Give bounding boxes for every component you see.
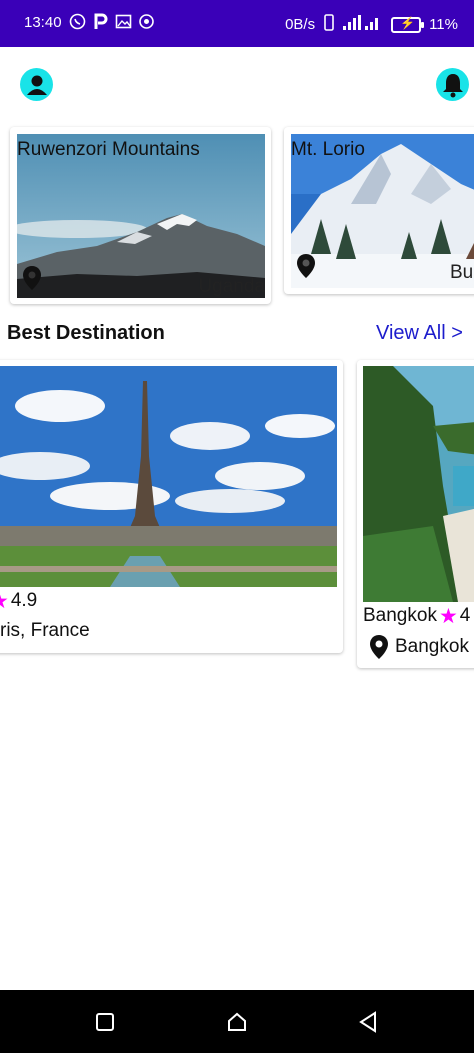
featured-country: Uganda xyxy=(198,276,265,297)
rating: Bangkok ★ 4 xyxy=(363,605,470,627)
notification-icons xyxy=(69,13,155,30)
status-right: 0B/s ⚡ 11% xyxy=(285,14,458,35)
bell-icon xyxy=(442,73,463,97)
navigation-bar xyxy=(0,990,474,1053)
whatsapp-icon xyxy=(69,13,86,30)
square-icon xyxy=(96,1013,114,1031)
home-icon xyxy=(228,1012,246,1031)
location-pin-icon xyxy=(370,635,388,659)
image-icon xyxy=(115,13,132,30)
section-title: Best Destination xyxy=(7,322,165,344)
status-bar: 13:40 0B/s ⚡ 11% xyxy=(0,0,474,47)
back-button[interactable] xyxy=(354,1008,382,1036)
notification-button[interactable] xyxy=(436,68,469,101)
destination-card-paris[interactable]: ★ 4.9 ris, France xyxy=(0,360,343,653)
network-speed: 0B/s xyxy=(285,16,316,33)
p-icon xyxy=(92,13,109,30)
featured-title: Mt. Lorio xyxy=(291,139,365,160)
vibrate-icon xyxy=(323,14,335,35)
destination-location: Bangkok xyxy=(395,636,469,657)
battery-icon: ⚡ xyxy=(391,16,425,33)
battery-level: 11% xyxy=(429,16,458,33)
view-all-link[interactable]: View All > xyxy=(376,322,463,345)
star-icon: ★ xyxy=(438,604,458,628)
account-icon xyxy=(26,75,47,95)
destination-location-row: Bangkok xyxy=(369,634,469,660)
location-pin-icon xyxy=(22,265,42,296)
back-triangle-icon xyxy=(359,1011,376,1033)
eiffel-tower-image xyxy=(0,366,337,587)
star-icon: ★ xyxy=(0,591,9,612)
profile-button[interactable] xyxy=(20,68,53,101)
rating: ★ 4.9 xyxy=(0,590,37,612)
record-icon xyxy=(138,13,155,30)
island-image xyxy=(363,366,474,602)
featured-card-lorio[interactable]: Mt. Lorio Bu xyxy=(284,127,474,294)
featured-title: Ruwenzori Mountains xyxy=(17,139,200,160)
destination-card-bangkok[interactable]: Bangkok ★ 4 Bangkok xyxy=(357,360,474,668)
clock: 13:40 xyxy=(24,14,62,31)
signal-icon xyxy=(343,14,383,35)
location-pin-icon xyxy=(293,253,319,284)
rating-value: 4 xyxy=(459,605,471,626)
destination-location: ris, France xyxy=(0,620,90,641)
recents-button[interactable] xyxy=(91,1008,119,1036)
featured-card-ruwenzori[interactable]: Ruwenzori Mountains Uganda xyxy=(10,127,271,304)
rating-value: 4.9 xyxy=(10,590,38,611)
featured-country: Bu xyxy=(450,262,474,283)
destination-name: Bangkok xyxy=(363,605,437,626)
home-button[interactable] xyxy=(223,1008,251,1036)
